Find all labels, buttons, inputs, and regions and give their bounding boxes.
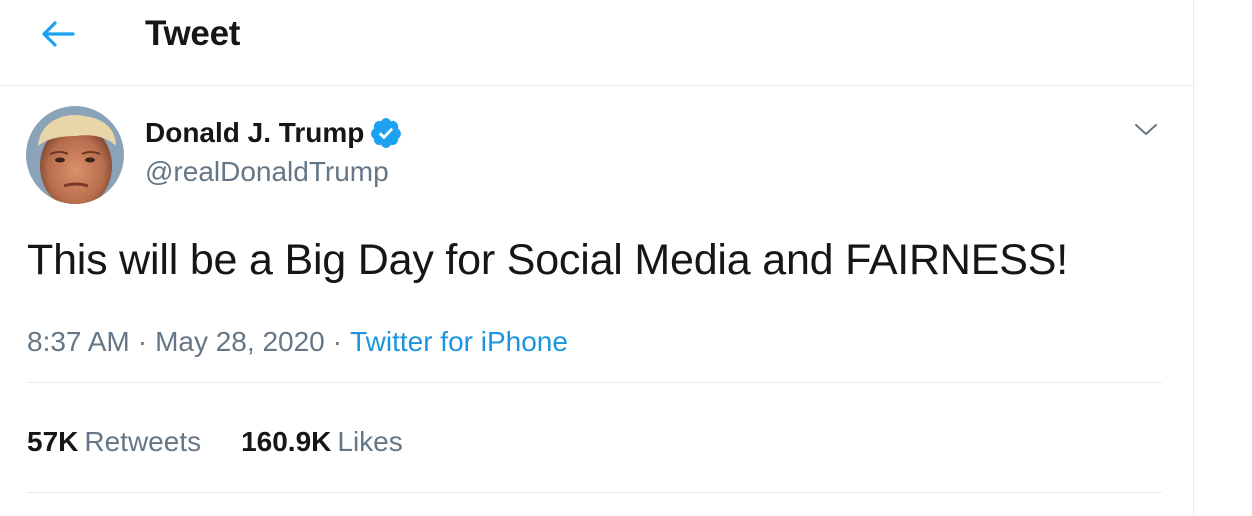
separator-dot: · [332, 326, 343, 357]
tweet-time[interactable]: 8:37 AM [27, 326, 130, 357]
separator-dot: · [137, 326, 148, 357]
divider [27, 382, 1162, 383]
likes-stat[interactable]: 160.9K Likes [241, 426, 403, 458]
divider [27, 492, 1162, 493]
tweet-menu-button[interactable] [1124, 110, 1168, 150]
author-display-name[interactable]: Donald J. Trump [145, 117, 364, 149]
back-button[interactable] [34, 12, 82, 56]
avatar-image [26, 106, 124, 204]
tweet-metadata: 8:37 AM · May 28, 2020 · Twitter for iPhone [27, 326, 568, 358]
tweet-text: This will be a Big Day for Social Media … [27, 236, 1068, 284]
tweet-source-link[interactable]: Twitter for iPhone [350, 326, 568, 357]
retweets-count: 57K [27, 426, 79, 457]
tweet-date[interactable]: May 28, 2020 [155, 326, 325, 357]
verified-badge-icon [369, 116, 403, 150]
likes-count: 160.9K [241, 426, 332, 457]
chevron-down-icon [1135, 124, 1157, 135]
retweets-stat[interactable]: 57K Retweets [27, 426, 201, 458]
page-title: Tweet [145, 14, 241, 53]
arrow-left-icon [42, 21, 75, 47]
author-name-row[interactable]: Donald J. Trump [145, 116, 403, 150]
retweets-label: Retweets [84, 426, 202, 457]
tweet-column: Tweet Donald J. Trump @realDonaldTrump T… [0, 0, 1194, 516]
page-header: Tweet [0, 0, 1193, 86]
tweet-stats: 57K Retweets 160.9K Likes [27, 426, 403, 458]
likes-label: Likes [337, 426, 403, 457]
avatar[interactable] [26, 106, 124, 204]
author-handle[interactable]: @realDonaldTrump [145, 156, 389, 188]
